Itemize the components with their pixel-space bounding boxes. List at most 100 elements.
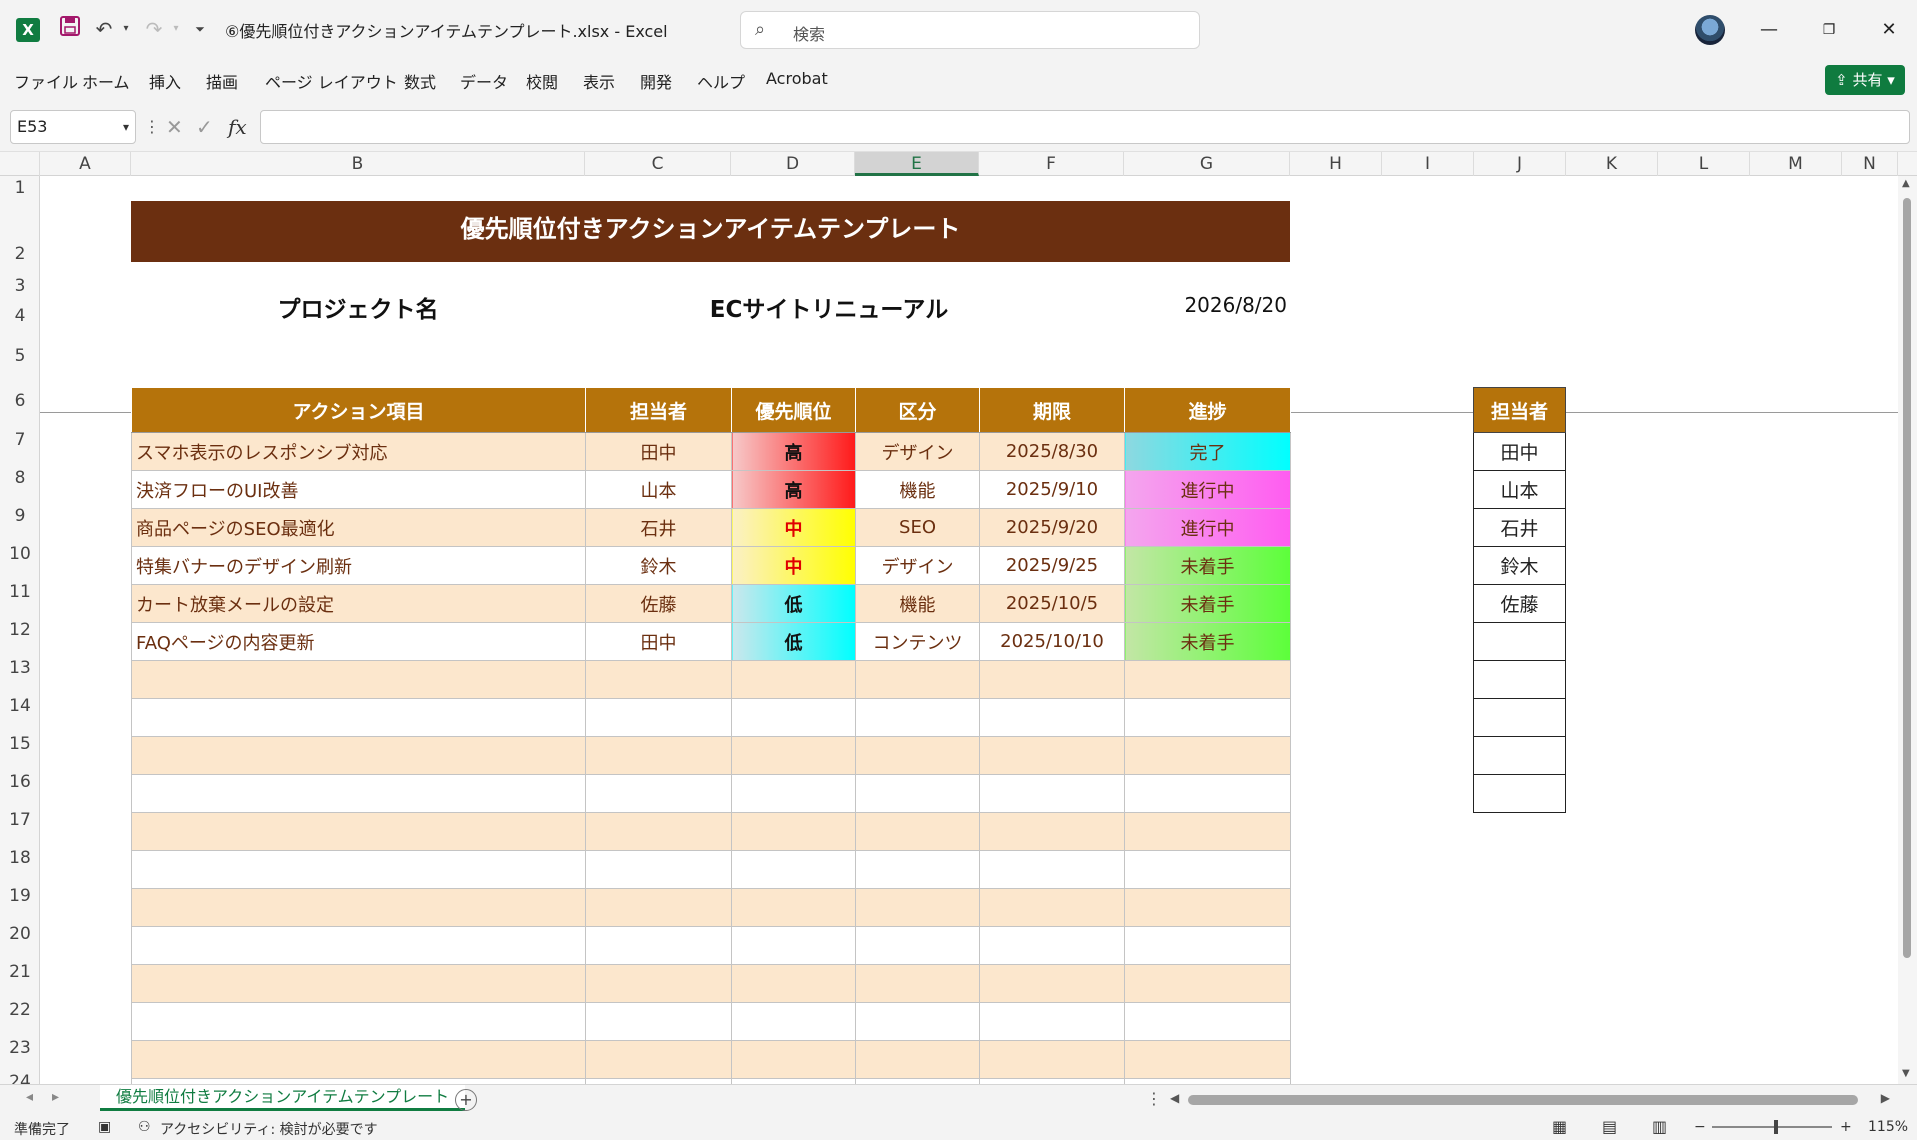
header-priority[interactable]: 優先順位 xyxy=(731,387,856,433)
row-header[interactable]: 18 xyxy=(0,848,40,868)
cell-empty[interactable] xyxy=(1124,774,1291,813)
cell-empty[interactable] xyxy=(731,850,856,889)
row-header[interactable]: 16 xyxy=(0,772,40,792)
cell-category[interactable]: 機能 xyxy=(855,470,980,509)
column-header-e[interactable]: E xyxy=(855,152,979,176)
cell-action[interactable]: スマホ表示のレスポンシブ対応 xyxy=(131,432,586,471)
vertical-scroll-thumb[interactable] xyxy=(1903,198,1911,958)
menu-developer[interactable]: 開発 xyxy=(640,69,672,93)
horizontal-scrollbar[interactable]: ◀ ▶ xyxy=(1170,1091,1890,1109)
cell-progress[interactable]: 未着手 xyxy=(1124,546,1291,585)
zoom-slider[interactable] xyxy=(1712,1126,1832,1128)
cell-category[interactable]: 機能 xyxy=(855,584,980,623)
cell-category[interactable]: コンテンツ xyxy=(855,622,980,661)
scroll-down-icon[interactable]: ▼ xyxy=(1902,1068,1910,1079)
cell-empty[interactable] xyxy=(855,736,980,775)
row-header[interactable]: 12 xyxy=(0,620,40,640)
menu-help[interactable]: ヘルプ xyxy=(697,69,745,93)
cell-progress[interactable]: 未着手 xyxy=(1124,584,1291,623)
cell-empty[interactable] xyxy=(585,964,732,1003)
avatar[interactable] xyxy=(1695,15,1725,45)
cell-empty[interactable] xyxy=(585,1040,732,1079)
cell-owner[interactable]: 佐藤 xyxy=(585,584,732,623)
row-header[interactable]: 15 xyxy=(0,734,40,754)
cell-empty[interactable] xyxy=(979,888,1125,927)
cell-empty[interactable] xyxy=(1124,850,1291,889)
cell-priority[interactable]: 低 xyxy=(731,622,856,661)
cell-empty[interactable] xyxy=(731,964,856,1003)
cell-empty[interactable] xyxy=(1124,812,1291,851)
zoom-level[interactable]: 115% xyxy=(1868,1119,1908,1135)
cell-empty[interactable] xyxy=(855,660,980,699)
menu-formulas[interactable]: 数式 xyxy=(404,69,436,93)
cell-action[interactable]: カート放棄メールの設定 xyxy=(131,584,586,623)
cell-progress[interactable]: 進行中 xyxy=(1124,508,1291,547)
header-due[interactable]: 期限 xyxy=(979,387,1125,433)
row-header[interactable]: 4 xyxy=(0,306,40,326)
cell-empty[interactable] xyxy=(731,660,856,699)
more-options-icon[interactable]: ⋮ xyxy=(144,110,160,144)
header-progress[interactable]: 進捗 xyxy=(1124,387,1291,433)
row-header[interactable]: 22 xyxy=(0,1000,40,1020)
row-header[interactable]: 5 xyxy=(0,346,40,366)
cell-category[interactable]: SEO xyxy=(855,508,980,547)
cell-owner[interactable]: 石井 xyxy=(585,508,732,547)
sheet-tab-active[interactable]: 優先順位付きアクションアイテムテンプレート xyxy=(100,1085,466,1111)
owner-list-item[interactable] xyxy=(1473,698,1566,737)
cell-empty[interactable] xyxy=(855,698,980,737)
cell-category[interactable]: デザイン xyxy=(855,432,980,471)
accessibility-icon[interactable]: ⚇ xyxy=(138,1119,151,1135)
zoom-slider-thumb[interactable] xyxy=(1774,1120,1778,1134)
cell-empty[interactable] xyxy=(131,850,586,889)
cell-action[interactable]: 特集バナーのデザイン刷新 xyxy=(131,546,586,585)
menu-file[interactable]: ファイル xyxy=(14,69,78,93)
restore-icon[interactable]: ❐ xyxy=(1814,16,1844,44)
cell-empty[interactable] xyxy=(855,1002,980,1041)
cell-priority[interactable]: 中 xyxy=(731,508,856,547)
select-all-corner[interactable] xyxy=(0,152,40,176)
scroll-left-icon[interactable]: ◀ xyxy=(1170,1091,1179,1105)
owner-list-item[interactable]: 佐藤 xyxy=(1473,584,1566,623)
row-header[interactable]: 21 xyxy=(0,962,40,982)
menu-insert[interactable]: 挿入 xyxy=(149,69,181,93)
cell-empty[interactable] xyxy=(585,1002,732,1041)
cell-empty[interactable] xyxy=(131,812,586,851)
cell-empty[interactable] xyxy=(731,926,856,965)
cell-empty[interactable] xyxy=(585,698,732,737)
cell-due[interactable]: 2025/10/10 xyxy=(979,622,1125,661)
column-header-i[interactable]: I xyxy=(1382,152,1474,176)
insert-function-icon[interactable]: fx xyxy=(228,110,247,144)
menu-acrobat[interactable]: Acrobat xyxy=(766,69,828,88)
undo-dropdown-icon[interactable]: ▾ xyxy=(112,15,140,43)
zoom-in-icon[interactable]: + xyxy=(1840,1119,1852,1135)
cell-empty[interactable] xyxy=(731,888,856,927)
add-sheet-icon[interactable]: + xyxy=(455,1089,477,1111)
cell-empty[interactable] xyxy=(585,926,732,965)
cell-action[interactable]: 決済フローのUI改善 xyxy=(131,470,586,509)
cell-due[interactable]: 2025/8/30 xyxy=(979,432,1125,471)
cell-empty[interactable] xyxy=(731,812,856,851)
cell-empty[interactable] xyxy=(855,812,980,851)
cell-empty[interactable] xyxy=(585,660,732,699)
cell-empty[interactable] xyxy=(131,736,586,775)
confirm-icon[interactable]: ✓ xyxy=(196,110,213,144)
cell-empty[interactable] xyxy=(1124,660,1291,699)
cell-empty[interactable] xyxy=(131,774,586,813)
row-header[interactable]: 23 xyxy=(0,1038,40,1058)
cell-empty[interactable] xyxy=(585,774,732,813)
cell-empty[interactable] xyxy=(131,1002,586,1041)
cell-priority[interactable]: 中 xyxy=(731,546,856,585)
cell-empty[interactable] xyxy=(1124,926,1291,965)
cell-empty[interactable] xyxy=(131,964,586,1003)
cell-action[interactable]: FAQページの内容更新 xyxy=(131,622,586,661)
page-break-view-icon[interactable]: ▥ xyxy=(1652,1117,1667,1136)
row-header[interactable]: 17 xyxy=(0,810,40,830)
cell-owner[interactable]: 田中 xyxy=(585,432,732,471)
tab-scroll-right-icon[interactable]: ▸ xyxy=(52,1089,59,1105)
column-header-h[interactable]: H xyxy=(1290,152,1382,176)
cell-progress[interactable]: 未着手 xyxy=(1124,622,1291,661)
cell-empty[interactable] xyxy=(979,812,1125,851)
row-header[interactable]: 20 xyxy=(0,924,40,944)
tab-splitter-icon[interactable]: ⋮ xyxy=(1146,1089,1162,1108)
cell-empty[interactable] xyxy=(979,850,1125,889)
